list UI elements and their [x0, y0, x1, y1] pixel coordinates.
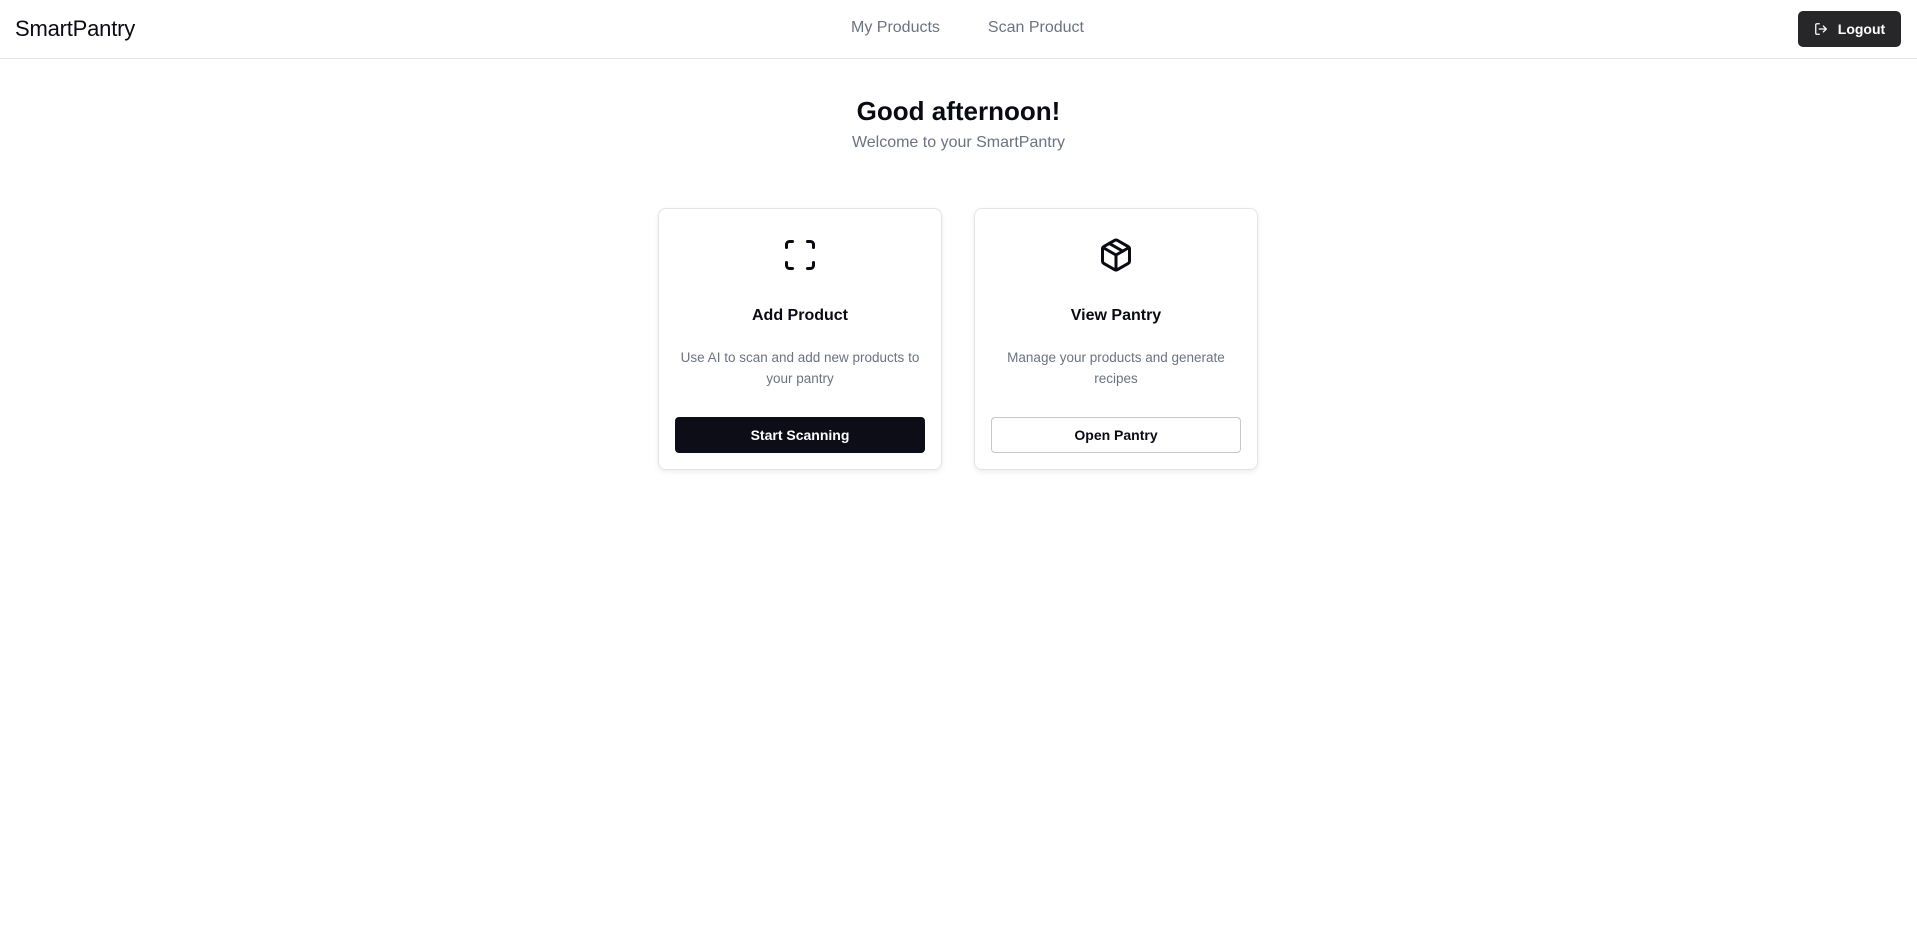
start-scanning-button[interactable]: Start Scanning [675, 417, 925, 453]
logout-icon [1814, 22, 1828, 36]
top-navbar: SmartPantry My Products Scan Product Log… [0, 0, 1917, 59]
nav-link-scan-product[interactable]: Scan Product [988, 19, 1084, 37]
open-pantry-button[interactable]: Open Pantry [991, 417, 1241, 453]
scan-icon [782, 237, 818, 273]
logout-label: Logout [1837, 21, 1886, 37]
main-nav: My Products Scan Product [851, 19, 1084, 37]
card-description: Use AI to scan and add new products to y… [680, 350, 920, 386]
card-title: View Pantry [1070, 307, 1162, 324]
logout-button[interactable]: Logout [1798, 11, 1901, 47]
card-description: Manage your products and generate recipe… [1007, 350, 1225, 386]
add-product-card: Add Product Use AI to scan and add new p… [658, 208, 942, 470]
page-subtitle: Welcome to your SmartPantry [851, 134, 1066, 151]
card-title: Add Product [752, 307, 848, 324]
brand-logo[interactable]: SmartPantry [15, 16, 135, 42]
nav-link-my-products[interactable]: My Products [851, 19, 940, 37]
package-icon [1098, 237, 1134, 273]
view-pantry-card: View Pantry Manage your products and gen… [974, 208, 1258, 470]
greeting-section: Good afternoon! Welcome to your SmartPan… [0, 93, 1917, 153]
page-title: Good afternoon! [856, 96, 1061, 126]
